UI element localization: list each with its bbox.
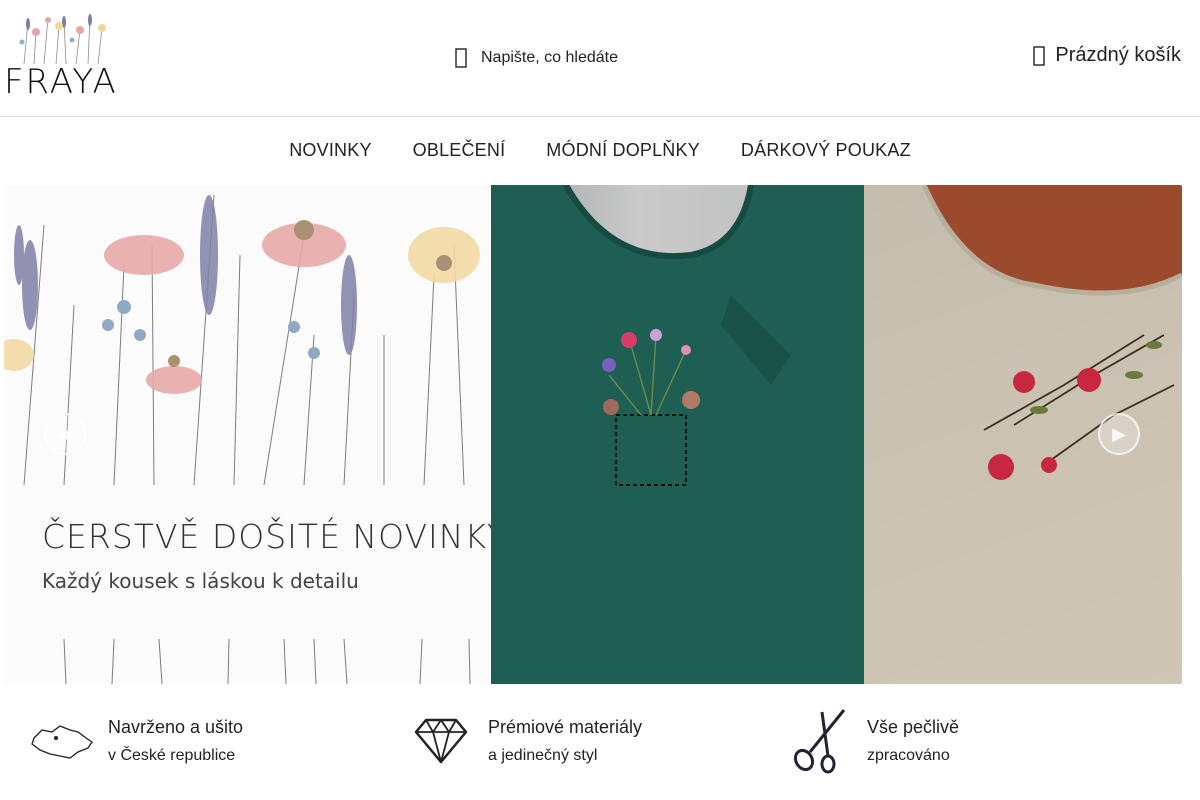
feature-subtitle: v České republice [108, 747, 236, 764]
feature-made-in-czech: Navrženo a ušito v České republice [30, 700, 360, 790]
scissors-icon [793, 709, 846, 774]
nav-item-darkovy-poukaz[interactable]: DÁRKOVÝ POUKAZ [741, 130, 911, 170]
logo[interactable]: FRAYA [4, 12, 118, 102]
wildflower-logo-icon [19, 14, 106, 65]
diamond-icon [414, 718, 468, 764]
cart-label: Prázdný košík [1055, 44, 1181, 66]
hero-title: ČERSTVĚ DOŠITÉ NOVINKY [42, 517, 491, 556]
nav-item-obleceni[interactable]: OBLEČENÍ [413, 130, 506, 170]
feature-title: Vše pečlivě [867, 717, 960, 737]
hero-carousel[interactable]: ČERSTVĚ DOŠITÉ NOVINKY Každý kousek s lá… [4, 185, 1182, 684]
feature-premium-materials: Prémiové materiály a jedinečný styl [414, 700, 744, 790]
carousel-prev-button[interactable]: ◀ [44, 413, 86, 455]
nav-item-novinky[interactable]: NOVINKY [289, 130, 371, 170]
hero-subtitle: Každý kousek s láskou k detailu [42, 569, 359, 593]
feature-subtitle: zpracováno [867, 747, 950, 764]
search-button[interactable]: Napište, co hledáte [455, 44, 618, 72]
feature-title: Prémiové materiály [488, 717, 643, 737]
nav-item-modni-doplnky[interactable]: MÓDNÍ DOPLŇKY [546, 130, 700, 170]
cart-icon [1033, 45, 1046, 66]
site-header: FRAYA Napište, co hledáte Prázdný košík [0, 0, 1200, 117]
cart-button[interactable]: Prázdný košík [1033, 44, 1181, 67]
chevron-right-icon: ▶ [1112, 423, 1126, 444]
search-label: Napište, co hledáte [481, 49, 618, 66]
feature-careful-processing: Vše pečlivě zpracováno [792, 700, 1122, 790]
czech-map-icon [31, 725, 93, 759]
chevron-left-icon: ◀ [58, 423, 72, 444]
green-tshirt-image [491, 185, 864, 684]
main-nav: NOVINKY OBLEČENÍ MÓDNÍ DOPLŇKY DÁRKOVÝ P… [0, 130, 1200, 170]
search-icon [455, 48, 467, 68]
carousel-next-button[interactable]: ▶ [1098, 413, 1140, 455]
logo-text: FRAYA [4, 62, 118, 102]
feature-title: Navrženo a ušito [108, 717, 244, 737]
hero-photo-green-tshirt [491, 185, 864, 684]
feature-subtitle: a jedinečný styl [488, 747, 598, 764]
features-bar: Navrženo a ušito v České republice Prémi… [0, 700, 1200, 800]
